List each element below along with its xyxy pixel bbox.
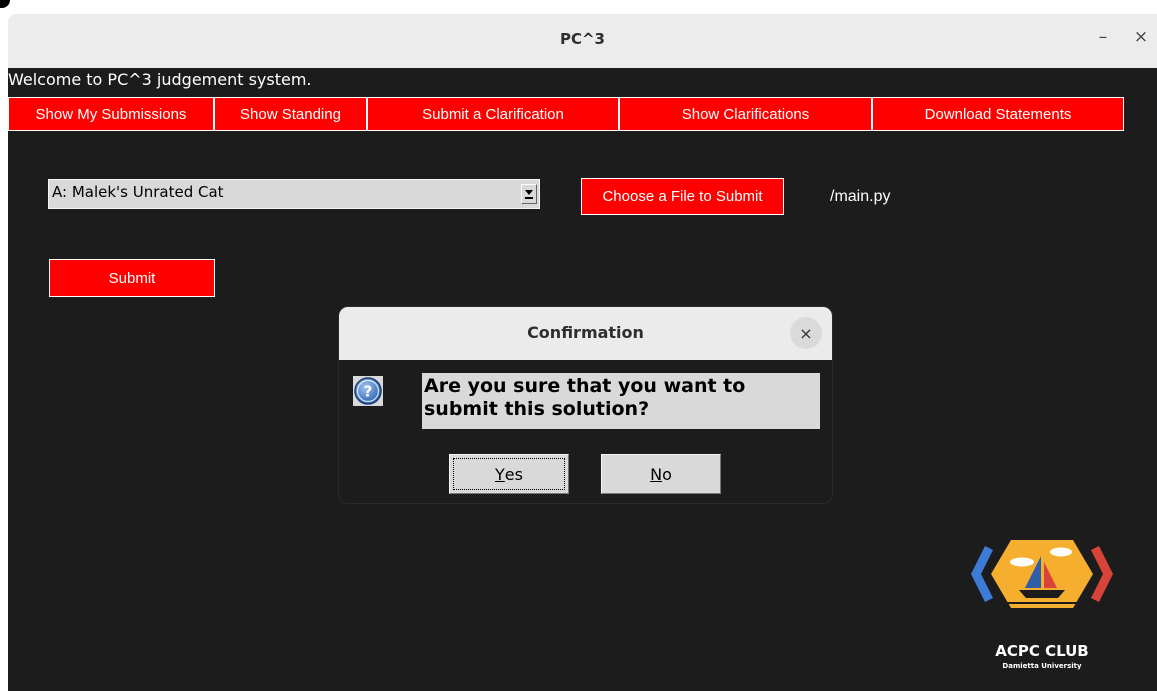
dialog-header: Confirmation × (339, 307, 832, 360)
acpc-club-logo: ACPC CLUB Damietta University (967, 536, 1117, 676)
minimize-button[interactable]: – (1091, 27, 1115, 47)
question-icon: ? (353, 376, 383, 406)
no-mnemonic: N (650, 464, 663, 484)
svg-text:?: ? (364, 383, 373, 401)
download-statements-button[interactable]: Download Statements (872, 97, 1124, 131)
problem-select[interactable]: A: Malek's Unrated Cat (48, 179, 540, 209)
focus-ring (453, 458, 565, 490)
logo-subtitle: Damietta University (1002, 662, 1082, 670)
window-title: PC^3 (559, 30, 605, 48)
problem-select-value: A: Malek's Unrated Cat (52, 183, 224, 201)
window-titlebar: PC^3 – × (8, 14, 1157, 68)
show-my-submissions-button[interactable]: Show My Submissions (8, 97, 214, 131)
show-standing-button[interactable]: Show Standing (214, 97, 367, 131)
window-close-button[interactable]: × (1129, 27, 1153, 47)
dialog-message: Are you sure that you want to submit thi… (422, 373, 820, 429)
dropdown-arrow-icon[interactable] (521, 184, 537, 204)
no-button[interactable]: No (601, 454, 721, 494)
submit-clarification-button[interactable]: Submit a Clarification (367, 97, 619, 131)
show-clarifications-button[interactable]: Show Clarifications (619, 97, 872, 131)
yes-button[interactable]: Yes (449, 454, 569, 494)
logo-name: ACPC CLUB (995, 642, 1089, 660)
no-label: o (662, 464, 672, 484)
choose-file-button[interactable]: Choose a File to Submit (581, 178, 784, 215)
selected-file-name: /main.py (830, 188, 891, 205)
submit-button[interactable]: Submit (49, 259, 215, 297)
dialog-message-line: Are you sure that you want to (424, 375, 746, 397)
screen-corner (0, 0, 10, 8)
confirmation-dialog: Confirmation × ? Are you sure that you w… (338, 306, 833, 504)
dialog-title: Confirmation (527, 323, 644, 342)
welcome-text: Welcome to PC^3 judgement system. (8, 70, 312, 89)
dialog-close-button[interactable]: × (790, 317, 822, 349)
dialog-message-line: submit this solution? (424, 398, 650, 420)
